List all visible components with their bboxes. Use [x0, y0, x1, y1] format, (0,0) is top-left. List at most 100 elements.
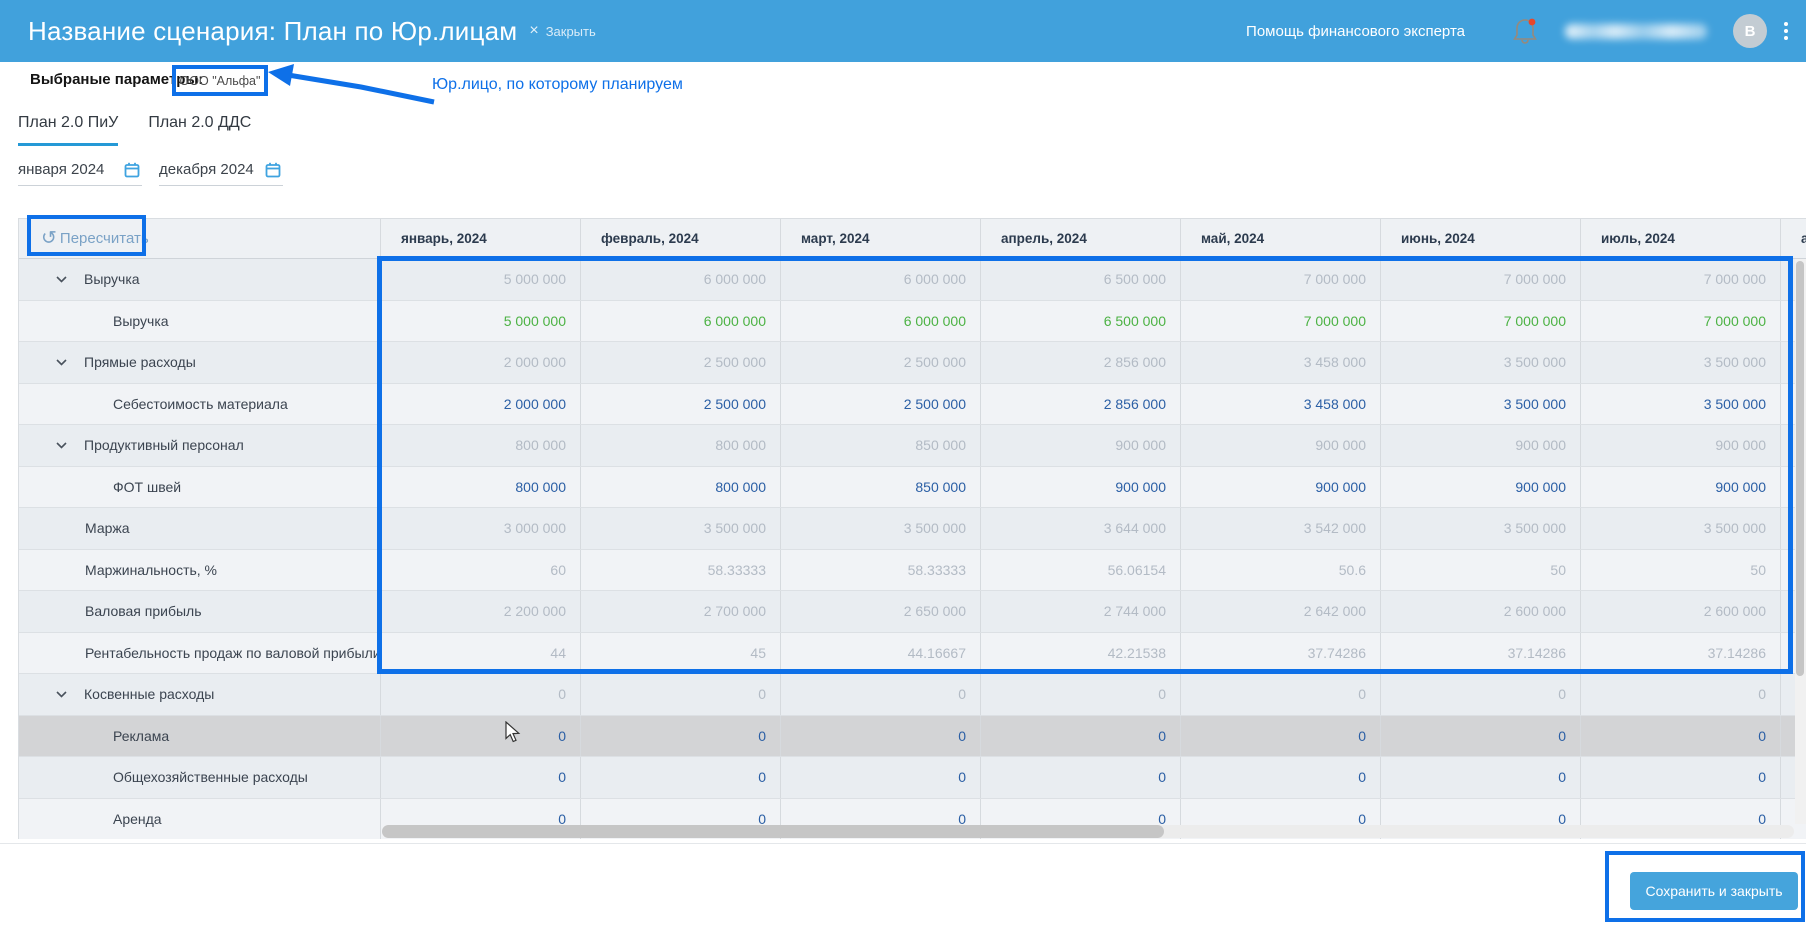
- kebab-menu-icon[interactable]: [1782, 18, 1790, 44]
- horizontal-scrollbar-thumb[interactable]: [382, 825, 1164, 838]
- close-icon[interactable]: ×: [529, 22, 538, 40]
- value-cell: 3 500 000: [780, 508, 980, 549]
- value-cell[interactable]: 0: [380, 715, 580, 756]
- value-cell: 2 744 000: [980, 591, 1180, 632]
- value-cell[interactable]: 0: [580, 757, 780, 798]
- chevron-down-icon[interactable]: [56, 691, 67, 698]
- value-cell: 37.14286: [1580, 632, 1780, 673]
- close-button[interactable]: Закрыть: [546, 24, 596, 39]
- value-cell[interactable]: 0: [580, 715, 780, 756]
- value-cell[interactable]: 6 500 000: [980, 300, 1180, 341]
- value-cell[interactable]: 2 856 000: [980, 383, 1180, 424]
- value-cell: 37.14286: [1380, 632, 1580, 673]
- value-cell[interactable]: 6 000 000: [780, 300, 980, 341]
- row-label-cell: Себестоимость материала: [113, 395, 288, 412]
- row-label-cell: Валовая прибыль: [85, 603, 202, 620]
- value-cell: 3 500 000: [1580, 342, 1780, 383]
- value-cell[interactable]: 7 000 000: [1380, 300, 1580, 341]
- month-column-header: январь, 2024: [380, 219, 580, 258]
- value-cell: 44.16667: [780, 632, 980, 673]
- value-cell: 2 500 000: [580, 342, 780, 383]
- table-row: Маржа 3 000 000 3 500 000 3 500 000 3 644 00…: [19, 508, 1806, 550]
- value-cell: 3 500 000: [580, 508, 780, 549]
- value-cell: 2 600 000: [1380, 591, 1580, 632]
- notifications-bell-icon[interactable]: [1511, 16, 1539, 46]
- financial-expert-help-link[interactable]: Помощь финансового эксперта: [1246, 23, 1465, 40]
- avatar[interactable]: В: [1733, 14, 1767, 48]
- chevron-down-icon[interactable]: [56, 442, 67, 449]
- table-row: ФОТ швей 800 000 800 000 850 000 900 000 900 …: [19, 466, 1806, 508]
- row-label-cell: ФОТ швей: [113, 478, 182, 495]
- value-cell[interactable]: 0: [1380, 715, 1580, 756]
- value-cell[interactable]: 3 500 000: [1580, 383, 1780, 424]
- value-cell[interactable]: 2 000 000: [380, 383, 580, 424]
- value-cell: 3 000 000: [380, 508, 580, 549]
- month-column-header: июнь, 2024: [1380, 219, 1580, 258]
- value-cell[interactable]: 2 500 000: [580, 383, 780, 424]
- value-cell[interactable]: 0: [1180, 757, 1380, 798]
- value-cell[interactable]: 5 000 000: [380, 300, 580, 341]
- table-header-row: ↺ Пересчитать январь, 2024 февраль, 2024 мар…: [19, 219, 1806, 259]
- period-from-field[interactable]: января 2024: [18, 161, 142, 186]
- vertical-scrollbar-thumb[interactable]: [1796, 261, 1804, 676]
- value-cell: 2 642 000: [1180, 591, 1380, 632]
- value-cell: 0: [1180, 674, 1380, 715]
- value-cell[interactable]: 6 000 000: [580, 300, 780, 341]
- annotation-text: Юр.лицо, по которому планируем: [432, 76, 683, 93]
- value-cell[interactable]: 850 000: [780, 466, 980, 507]
- save-and-close-button[interactable]: Сохранить и закрыть: [1630, 872, 1798, 910]
- row-label-cell: Маржа: [85, 520, 130, 537]
- value-cell[interactable]: 900 000: [980, 466, 1180, 507]
- chevron-down-icon[interactable]: [56, 276, 67, 283]
- recalculate-button[interactable]: ↺ Пересчитать: [41, 229, 149, 248]
- tab-plan-dds[interactable]: План 2.0 ДДС: [148, 114, 251, 146]
- table-row: Маржинальность, % 60 58.33333 58.33333 56.06…: [19, 549, 1806, 591]
- row-group-label-cell[interactable]: Выручка: [19, 259, 380, 300]
- recalculate-icon: ↺: [41, 228, 57, 249]
- value-cell[interactable]: 7 000 000: [1180, 300, 1380, 341]
- value-cell[interactable]: 900 000: [1180, 466, 1380, 507]
- period-from-value: января 2024: [18, 161, 105, 178]
- tab-plan-piu[interactable]: План 2.0 ПиУ: [18, 114, 119, 146]
- vertical-scrollbar[interactable]: [1795, 259, 1806, 824]
- value-cell[interactable]: 7 000 000: [1580, 300, 1780, 341]
- row-group-label-cell[interactable]: Прямые расходы: [19, 342, 380, 383]
- value-cell[interactable]: 0: [380, 757, 580, 798]
- value-cell: 2 700 000: [580, 591, 780, 632]
- value-cell[interactable]: 3 500 000: [1380, 383, 1580, 424]
- value-cell[interactable]: 0: [1580, 757, 1780, 798]
- month-column-header: май, 2024: [1180, 219, 1380, 258]
- table-row: Реклама 0 0 0 0 0 0 0: [19, 715, 1806, 757]
- value-cell[interactable]: 0: [980, 757, 1180, 798]
- value-cell: 0: [1580, 674, 1780, 715]
- period-to-field[interactable]: декабря 2024: [159, 161, 283, 186]
- value-cell[interactable]: 0: [1180, 715, 1380, 756]
- value-cell: 7 000 000: [1380, 259, 1580, 300]
- table-row: Выручка 5 000 000 6 000 000 6 000 000 6 500 …: [19, 259, 1806, 301]
- value-cell: 2 650 000: [780, 591, 980, 632]
- value-cell[interactable]: 800 000: [380, 466, 580, 507]
- value-cell[interactable]: 0: [780, 715, 980, 756]
- value-cell[interactable]: 900 000: [1380, 466, 1580, 507]
- value-cell: 3 500 000: [1380, 508, 1580, 549]
- row-group-label-cell[interactable]: Продуктивный персонал: [19, 425, 380, 466]
- value-cell: 44: [380, 632, 580, 673]
- row-label-cell: Аренда: [113, 810, 162, 827]
- value-cell[interactable]: 0: [1380, 757, 1580, 798]
- row-label-cell: Общехозяйственные расходы: [113, 769, 308, 786]
- value-cell[interactable]: 900 000: [1580, 466, 1780, 507]
- value-cell[interactable]: 0: [780, 757, 980, 798]
- value-cell: 6 000 000: [780, 259, 980, 300]
- horizontal-scrollbar[interactable]: [382, 825, 1794, 838]
- value-cell[interactable]: 0: [980, 715, 1180, 756]
- period-to-value: декабря 2024: [159, 161, 254, 178]
- value-cell[interactable]: 3 458 000: [1180, 383, 1380, 424]
- value-cell: 900 000: [980, 425, 1180, 466]
- chevron-down-icon[interactable]: [56, 359, 67, 366]
- value-cell[interactable]: 0: [1580, 715, 1780, 756]
- value-cell: 2 600 000: [1580, 591, 1780, 632]
- legal-entity-chip[interactable]: ООО "Альфа": [178, 70, 262, 92]
- row-group-label-cell[interactable]: Косвенные расходы: [19, 674, 380, 715]
- value-cell[interactable]: 2 500 000: [780, 383, 980, 424]
- value-cell[interactable]: 800 000: [580, 466, 780, 507]
